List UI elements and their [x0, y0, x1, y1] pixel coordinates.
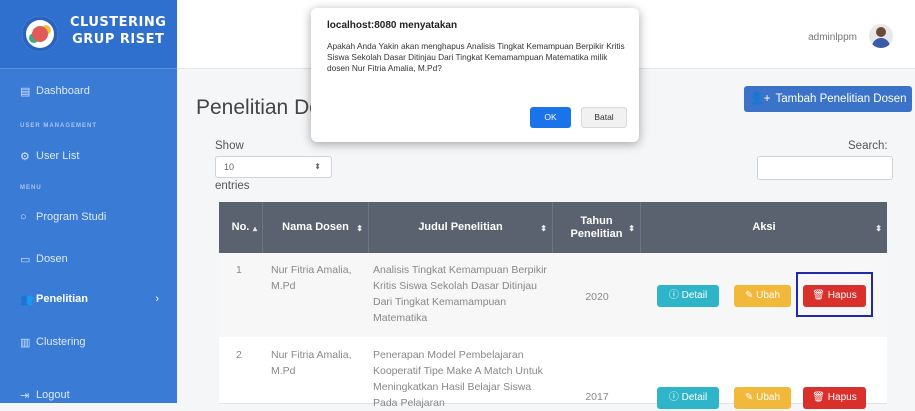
edit-icon: ✎: [744, 290, 757, 301]
sidebar-item-label: Logout: [36, 389, 70, 401]
column-header-label: Judul Penelitian: [418, 221, 503, 233]
show-label: Show: [215, 140, 244, 152]
user-name[interactable]: adminlppm: [808, 32, 857, 43]
sidebar-item-label: Program Studi: [36, 211, 107, 223]
sort-icon: ⬍: [628, 224, 635, 233]
detail-button[interactable]: ⓘ Detail: [657, 285, 719, 307]
column-header-aksi[interactable]: Aksi ⬍: [641, 202, 887, 253]
cell-no: 1: [236, 264, 242, 276]
brand-logo-icon: [22, 16, 58, 52]
dialog-message: Apakah Anda Yakin akan menghapus Analisi…: [327, 41, 625, 73]
add-penelitian-button[interactable]: 👤+ Tambah Penelitian Dosen: [744, 86, 912, 112]
info-icon: ⓘ: [668, 392, 682, 403]
sidebar-item-label: Dashboard: [36, 85, 90, 97]
column-header-no[interactable]: No. ▴: [219, 202, 263, 253]
bar-chart-icon: ▥: [20, 337, 31, 349]
circle-icon: ○: [20, 211, 27, 223]
brand-title: CLUSTERING GRUP RISET: [70, 14, 166, 48]
entries-label: entries: [215, 180, 250, 192]
gear-icon: ⚙: [20, 151, 30, 163]
detail-label: Detail: [681, 392, 708, 403]
hapus-label: Hapus: [827, 392, 857, 403]
hapus-button[interactable]: 🗑 Hapus: [803, 387, 866, 409]
ubah-button[interactable]: ✎ Ubah: [734, 387, 791, 409]
edit-icon: ✎: [744, 392, 757, 403]
user-plus-icon: 👤+: [749, 93, 771, 105]
sort-icon: ⬍: [540, 224, 547, 233]
info-icon: ⓘ: [668, 290, 682, 301]
table-row: 1 Nur Fitria Amalia, M.Pd Analisis Tingk…: [219, 253, 887, 338]
sidebar-item-label: Dosen: [36, 253, 68, 265]
sidebar-item-label: User List: [36, 150, 80, 162]
cell-nama: Nur Fitria Amalia, M.Pd: [271, 349, 352, 377]
page-size-select[interactable]: 10 ⬍: [215, 156, 332, 178]
cell-tahun: 2020: [585, 291, 609, 303]
table-row: 2 Nur Fitria Amalia, M.Pd Penerapan Mode…: [219, 337, 887, 409]
cell-no: 2: [236, 349, 242, 361]
logout-icon: ⇥: [20, 390, 30, 402]
sort-icon: ⬍: [875, 224, 882, 233]
ubah-button[interactable]: ✎ Ubah: [734, 285, 791, 307]
dialog-title: localhost:8080 menyatakan: [327, 20, 458, 31]
sidebar: CLUSTERING GRUP RISET ▤ Dashboard USER M…: [0, 0, 177, 403]
cell-nama: Nur Fitria Amalia, M.Pd: [271, 264, 352, 292]
chevron-right-icon: ›: [155, 293, 159, 305]
brand-line-1: CLUSTERING: [70, 15, 167, 30]
sort-icon: ▴: [252, 224, 257, 233]
search-label: Search:: [848, 140, 888, 152]
table-header: No. ▴ Nama Dosen ⬍ Judul Penelitian ⬍ Tahun…: [219, 202, 887, 253]
search-input[interactable]: [757, 156, 893, 180]
cell-judul: Penerapan Model Pembelajaran Kooperatif …: [373, 349, 543, 409]
ubah-label: Ubah: [756, 392, 781, 403]
avatar[interactable]: [869, 24, 893, 48]
brand-line-2: GRUP RISET: [72, 32, 165, 47]
select-arrow-icon: ⬍: [314, 162, 321, 171]
sidebar-section-menu: MENU: [20, 185, 42, 191]
page-size-value: 10: [224, 162, 235, 172]
column-header-judul[interactable]: Judul Penelitian ⬍: [369, 202, 553, 253]
column-header-nama[interactable]: Nama Dosen ⬍: [263, 202, 369, 253]
add-button-label: Tambah Penelitian Dosen: [775, 93, 907, 105]
dialog-ok-button[interactable]: OK: [530, 107, 571, 128]
users-icon: 👥: [20, 294, 34, 306]
sidebar-item-label: Penelitian: [36, 293, 88, 305]
ubah-label: Ubah: [756, 290, 781, 301]
trash-icon: 🗑: [812, 392, 828, 403]
detail-label: Detail: [681, 290, 708, 301]
column-header-tahun[interactable]: Tahun Penelitian ⬍: [553, 202, 641, 253]
hapus-highlight-box: [796, 272, 873, 317]
column-header-label: No.: [231, 221, 250, 233]
folder-icon: ▭: [20, 254, 31, 266]
brand[interactable]: CLUSTERING GRUP RISET: [0, 0, 177, 69]
sidebar-section-user-management: USER MANAGEMENT: [20, 123, 98, 129]
dialog-cancel-button[interactable]: Batal: [581, 107, 627, 128]
column-header-label: Nama Dosen: [282, 221, 349, 233]
detail-button[interactable]: ⓘ Detail: [657, 387, 719, 409]
sort-icon: ⬍: [356, 224, 363, 233]
cell-judul: Analisis Tingkat Kemampuan Berpikir Krit…: [373, 264, 547, 324]
sidebar-item-label: Clustering: [36, 336, 86, 348]
confirm-dialog: localhost:8080 menyatakan Apakah Anda Ya…: [311, 8, 639, 142]
dashboard-icon: ▤: [20, 86, 31, 98]
column-header-label: Tahun Penelitian: [570, 214, 623, 240]
page-title: Penelitian Dosen: [196, 96, 316, 119]
column-header-label: Aksi: [752, 221, 776, 233]
